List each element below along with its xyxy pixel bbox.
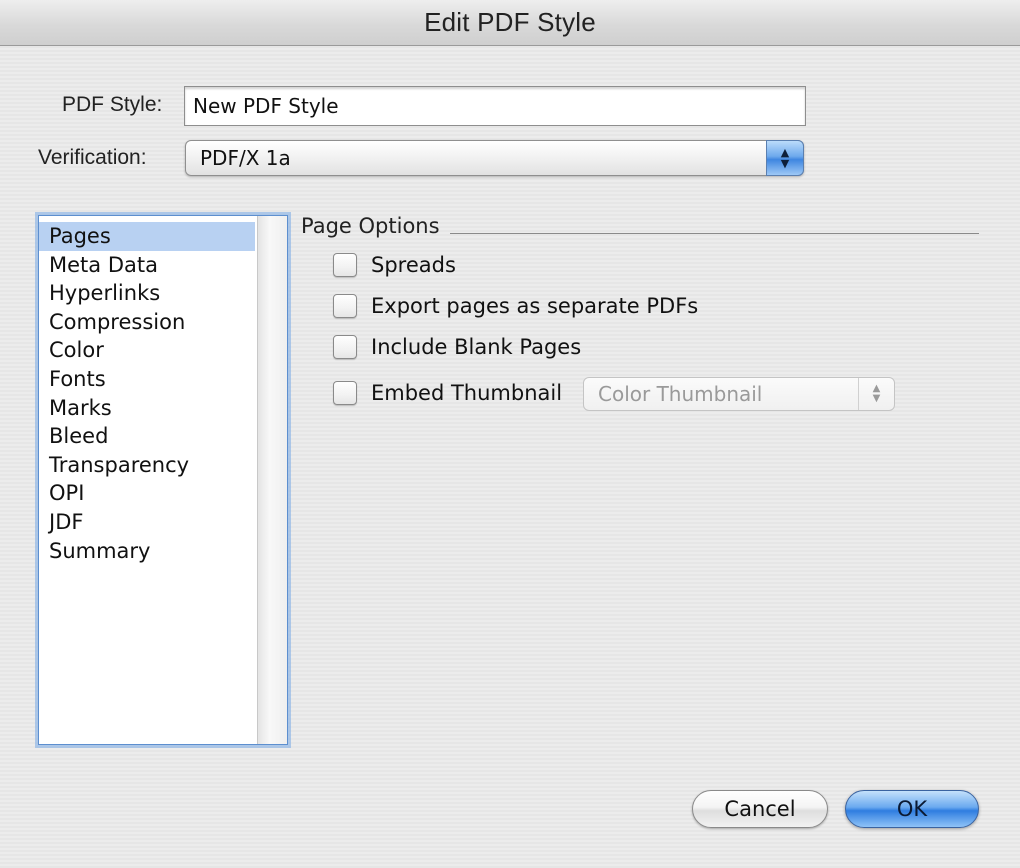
verification-value: PDF/X 1a (200, 146, 291, 170)
sidebar-item-pages[interactable]: Pages (39, 222, 255, 251)
up-down-arrows-icon: ▲ ▼ (766, 140, 804, 176)
pdf-style-input[interactable] (184, 86, 806, 126)
sidebar-item-compression[interactable]: Compression (39, 308, 255, 337)
up-down-arrows-icon: ▲ ▼ (858, 378, 894, 410)
group-divider (450, 233, 979, 234)
embed-thumbnail-checkbox[interactable] (333, 381, 357, 405)
sidebar-item-meta-data[interactable]: Meta Data (39, 251, 255, 280)
thumbnail-type-value: Color Thumbnail (598, 382, 763, 406)
sidebar-item-opi[interactable]: OPI (39, 479, 255, 508)
sidebar-item-marks[interactable]: Marks (39, 394, 255, 423)
verification-popup[interactable]: PDF/X 1a ▲ ▼ (185, 140, 804, 176)
category-list-items: Pages Meta Data Hyperlinks Compression Color… (39, 216, 255, 565)
export-separate-label: Export pages as separate PDFs (371, 294, 699, 318)
ok-button[interactable]: OK (845, 790, 979, 828)
spreads-checkbox[interactable] (333, 253, 357, 277)
spreads-label: Spreads (371, 253, 456, 277)
spreads-row[interactable]: Spreads (333, 253, 456, 277)
embed-thumbnail-row[interactable]: Embed Thumbnail (333, 381, 562, 405)
window-title: Edit PDF Style (424, 7, 596, 37)
thumbnail-type-popup: Color Thumbnail ▲ ▼ (583, 377, 895, 411)
title-bar: Edit PDF Style (0, 0, 1020, 46)
sidebar-item-bleed[interactable]: Bleed (39, 422, 255, 451)
page-options-title: Page Options (301, 214, 440, 238)
pdf-style-label: PDF Style: (62, 93, 163, 116)
sidebar-item-hyperlinks[interactable]: Hyperlinks (39, 279, 255, 308)
export-separate-row[interactable]: Export pages as separate PDFs (333, 294, 698, 318)
include-blank-label: Include Blank Pages (371, 335, 582, 359)
sidebar-item-fonts[interactable]: Fonts (39, 365, 255, 394)
sidebar-item-jdf[interactable]: JDF (39, 508, 255, 537)
embed-thumbnail-label: Embed Thumbnail (371, 381, 563, 405)
sidebar-item-transparency[interactable]: Transparency (39, 451, 255, 480)
verification-label: Verification: (38, 146, 147, 169)
export-separate-checkbox[interactable] (333, 294, 357, 318)
list-scrollbar[interactable] (257, 216, 287, 744)
cancel-button[interactable]: Cancel (692, 790, 828, 828)
sidebar-item-color[interactable]: Color (39, 336, 255, 365)
include-blank-checkbox[interactable] (333, 335, 357, 359)
sidebar-item-summary[interactable]: Summary (39, 537, 255, 566)
include-blank-row[interactable]: Include Blank Pages (333, 335, 581, 359)
category-list[interactable]: Pages Meta Data Hyperlinks Compression Color… (38, 215, 288, 745)
